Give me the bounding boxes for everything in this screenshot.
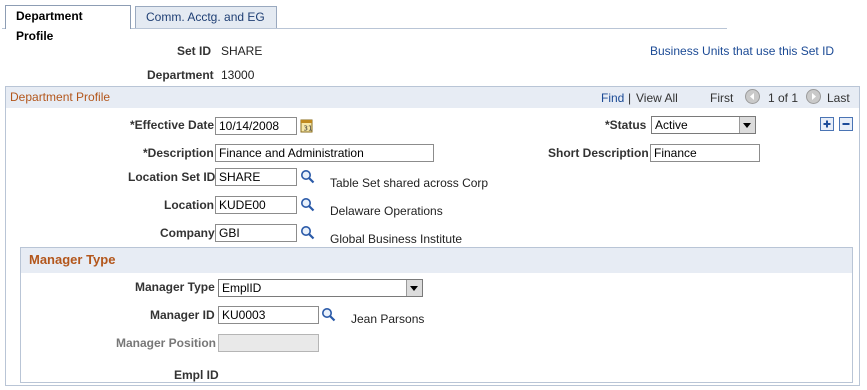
short-description-input[interactable]: Finance	[650, 144, 760, 162]
location-label: Location	[164, 198, 214, 212]
manager-type-select[interactable]: EmplID	[218, 279, 423, 297]
location-magnifier-icon[interactable]	[300, 197, 316, 213]
status-select-value: Active	[655, 118, 688, 132]
location-description: Delaware Operations	[330, 204, 443, 218]
manager-type-label: Manager Type	[135, 280, 215, 294]
description-label: *Description	[143, 146, 214, 160]
next-arrow-icon[interactable]	[806, 89, 821, 104]
location-setid-label: Location Set ID	[128, 170, 216, 184]
calendar-icon[interactable]: 31	[300, 118, 314, 133]
description-input[interactable]: Finance and Administration	[215, 144, 434, 162]
manager-type-title: Manager Type	[29, 252, 116, 267]
manager-type-header	[21, 248, 852, 273]
emplid-label: Empl ID	[174, 368, 219, 382]
status-label: *Status	[605, 118, 647, 132]
previous-arrow-icon[interactable]	[745, 89, 760, 104]
company-label: Company	[160, 226, 215, 240]
chevron-down-icon	[739, 117, 755, 133]
find-link[interactable]: Find	[601, 91, 624, 105]
manager-position-label: Manager Position	[116, 336, 217, 350]
manager-position-input	[218, 334, 319, 352]
plus-icon[interactable]	[820, 117, 834, 131]
department-profile-title: Department Profile	[10, 90, 111, 104]
last-link[interactable]: Last	[827, 91, 850, 105]
chevron-down-icon	[406, 280, 422, 296]
short-description-label: Short Description	[548, 146, 649, 160]
effective-date-input[interactable]: 10/14/2008	[215, 117, 297, 135]
department-value: 13000	[221, 68, 255, 82]
effective-date-label: *Effective Date	[130, 118, 215, 132]
company-description: Global Business Institute	[330, 232, 463, 246]
manager-name: Jean Parsons	[351, 312, 425, 326]
location-setid-input[interactable]: SHARE	[215, 168, 297, 186]
manager-id-label: Manager ID	[150, 308, 215, 322]
tab-department-profile[interactable]: Department Profile	[5, 5, 131, 43]
view-all-link[interactable]: View All	[636, 91, 678, 105]
nav-separator: |	[628, 91, 632, 105]
manager-id-magnifier-icon[interactable]	[321, 307, 337, 323]
svg-text:31: 31	[304, 125, 313, 133]
department-label: Department	[147, 68, 214, 82]
location-setid-description: Table Set shared across Corp	[330, 176, 489, 190]
manager-id-input[interactable]: KU0003	[218, 306, 319, 324]
company-input[interactable]: GBI	[215, 224, 297, 242]
first-link[interactable]: First	[710, 91, 733, 105]
row-count: 1 of 1	[768, 91, 799, 105]
setid-value: SHARE	[221, 44, 263, 58]
manager-type-select-value: EmplID	[222, 281, 262, 295]
business-units-link[interactable]: Business Units that use this Set ID	[650, 44, 834, 58]
setid-label: Set ID	[177, 44, 212, 58]
minus-icon[interactable]	[839, 117, 853, 131]
location-input[interactable]: KUDE00	[215, 196, 297, 214]
company-magnifier-icon[interactable]	[300, 225, 316, 241]
tab-comm-acctg-eg[interactable]: Comm. Acctg. and EG	[135, 6, 277, 28]
location-setid-magnifier-icon[interactable]	[300, 169, 316, 185]
status-select[interactable]: Active	[651, 116, 756, 134]
